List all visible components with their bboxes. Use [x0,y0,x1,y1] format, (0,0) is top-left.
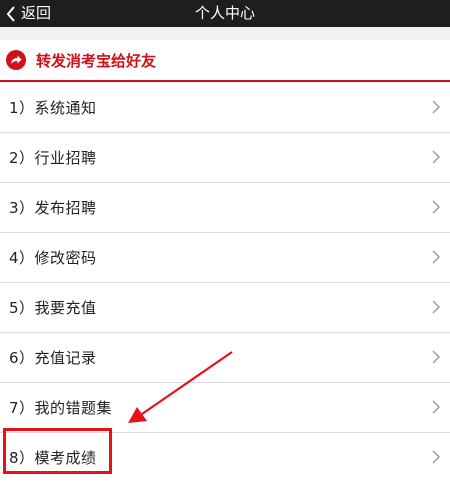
menu-item-label: 7）我的错题集 [9,399,113,417]
menu-item-label: 5）我要充值 [9,299,97,317]
menu-item-change-password[interactable]: 4）修改密码 [0,233,450,283]
menu-item-label: 2）行业招聘 [9,149,97,167]
top-bar: 返回 个人中心 [0,0,450,27]
chevron-right-icon [432,450,440,464]
page-title: 个人中心 [194,4,255,22]
menu-item-label: 4）修改密码 [9,249,97,267]
menu-item-label: 8）模考成绩 [9,449,97,467]
menu-item-label: 6）充值记录 [9,349,97,367]
menu-item-label: 1）系统通知 [9,99,97,117]
chevron-right-icon [432,300,440,314]
menu-item-post-job[interactable]: 3）发布招聘 [0,183,450,233]
menu-item-wrong-questions[interactable]: 7）我的错题集 [0,383,450,433]
share-to-friends-button[interactable]: 转发消考宝给好友 [0,40,450,82]
share-icon [6,50,26,70]
share-label: 转发消考宝给好友 [36,51,157,70]
menu-item-label: 3）发布招聘 [9,199,97,217]
menu-list: 1）系统通知 2）行业招聘 3）发布招聘 4）修改密码 5）我要充值 6）充值记… [0,83,450,482]
chevron-right-icon [432,200,440,214]
back-label: 返回 [21,4,52,22]
menu-item-mock-exam-scores[interactable]: 8）模考成绩 [0,433,450,482]
chevron-left-icon [6,5,15,22]
chevron-right-icon [432,100,440,114]
menu-item-recharge[interactable]: 5）我要充值 [0,283,450,333]
menu-item-system-notice[interactable]: 1）系统通知 [0,83,450,133]
menu-item-recharge-history[interactable]: 6）充值记录 [0,333,450,383]
chevron-right-icon [432,400,440,414]
back-button[interactable]: 返回 [0,0,51,27]
menu-item-industry-jobs[interactable]: 2）行业招聘 [0,133,450,183]
chevron-right-icon [432,150,440,164]
chevron-right-icon [432,250,440,264]
chevron-right-icon [432,350,440,364]
